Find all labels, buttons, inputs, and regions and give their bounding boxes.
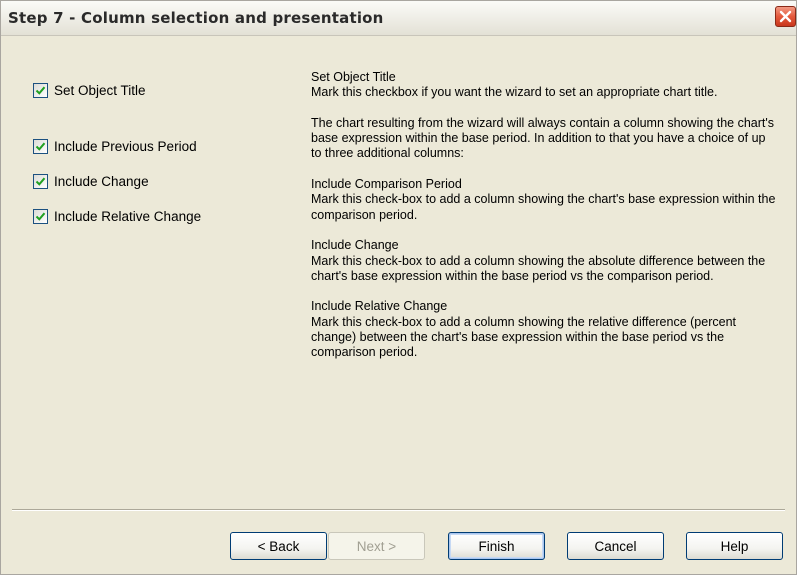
help-relchange: Include Relative Change Mark this check-… xyxy=(311,299,776,360)
cancel-button[interactable]: Cancel xyxy=(567,532,664,560)
set-object-title-checkbox[interactable] xyxy=(33,82,48,98)
help-set-title-heading: Set Object Title xyxy=(311,70,396,84)
help-relchange-heading: Include Relative Change xyxy=(311,299,448,314)
next-button[interactable]: Next > xyxy=(328,532,425,560)
close-button[interactable] xyxy=(775,6,796,27)
help-set-title-body: Mark this checkbox if you want the wizar… xyxy=(311,85,718,100)
close-icon xyxy=(779,10,792,23)
help-intro-text: The chart resulting from the wizard will… xyxy=(311,115,775,161)
help-button[interactable]: Help xyxy=(686,532,783,560)
help-comparison: Include Comparison Period Mark this chec… xyxy=(311,177,776,223)
checkmark-icon xyxy=(35,177,46,186)
help-intro: The chart resulting from the wizard will… xyxy=(311,116,776,162)
back-button[interactable]: < Back xyxy=(230,532,327,560)
include-relative-change-checkbox[interactable] xyxy=(33,208,48,224)
checkmark-icon xyxy=(35,142,46,151)
include-relative-change-label: Include Relative Change xyxy=(54,208,202,224)
set-object-title-option[interactable]: Set Object Title xyxy=(33,81,146,99)
help-change: Include Change Mark this check-box to ad… xyxy=(311,238,776,284)
set-object-title-label: Set Object Title xyxy=(54,82,146,98)
help-set-title: Set Object Title Mark this checkbox if y… xyxy=(311,70,776,101)
footer-separator xyxy=(12,509,785,511)
help-relchange-body: Mark this check-box to add a column show… xyxy=(311,314,736,360)
include-previous-period-label: Include Previous Period xyxy=(54,138,197,154)
include-previous-period-option[interactable]: Include Previous Period xyxy=(33,137,197,155)
finish-button[interactable]: Finish xyxy=(448,532,545,560)
help-panel: Set Object Title Mark this checkbox if y… xyxy=(311,70,776,376)
checkmark-icon xyxy=(35,212,46,221)
help-comparison-heading: Include Comparison Period xyxy=(311,177,462,192)
wizard-dialog: Step 7 - Column selection and presentati… xyxy=(0,0,797,575)
include-change-checkbox[interactable] xyxy=(33,173,48,189)
window-title: Step 7 - Column selection and presentati… xyxy=(8,9,384,27)
help-comparison-body: Mark this check-box to add a column show… xyxy=(311,192,776,222)
help-change-body: Mark this check-box to add a column show… xyxy=(311,253,766,283)
help-change-heading: Include Change xyxy=(311,238,399,253)
include-change-label: Include Change xyxy=(54,173,149,189)
title-bar[interactable]: Step 7 - Column selection and presentati… xyxy=(1,1,796,36)
include-previous-period-checkbox[interactable] xyxy=(33,138,48,154)
checkmark-icon xyxy=(35,86,46,95)
include-relative-change-option[interactable]: Include Relative Change xyxy=(33,207,201,225)
include-change-option[interactable]: Include Change xyxy=(33,172,149,190)
